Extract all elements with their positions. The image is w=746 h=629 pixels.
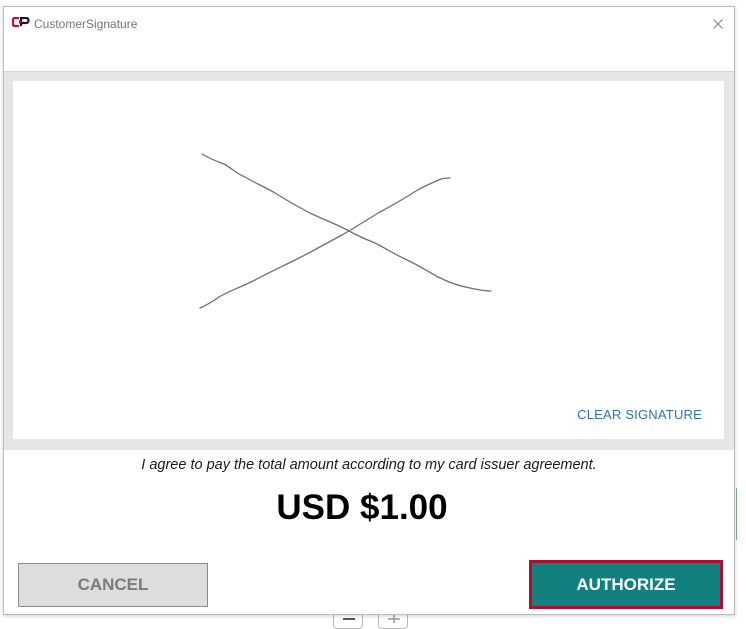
authorize-button[interactable]: AUTHORIZE [529,560,723,609]
signature-pad-frame: CLEAR SIGNATURE [4,72,734,450]
background-panel-edge [736,488,737,540]
title-bar: CustomerSignature [4,7,734,39]
close-button[interactable] [708,14,728,34]
agreement-text: I agree to pay the total amount accordin… [141,457,597,473]
cp-logo-icon [12,17,30,27]
payment-amount: USD $1.00 [276,488,448,527]
signature-stroke [199,153,492,309]
customer-signature-dialog: CustomerSignature CLEAR SIGNATURE I agre… [3,6,735,615]
close-icon [713,19,723,29]
cancel-button[interactable]: CANCEL [18,563,208,607]
clear-signature-link[interactable]: CLEAR SIGNATURE [577,407,702,422]
window-title: CustomerSignature [34,17,138,31]
signature-pad[interactable]: CLEAR SIGNATURE [13,81,724,439]
